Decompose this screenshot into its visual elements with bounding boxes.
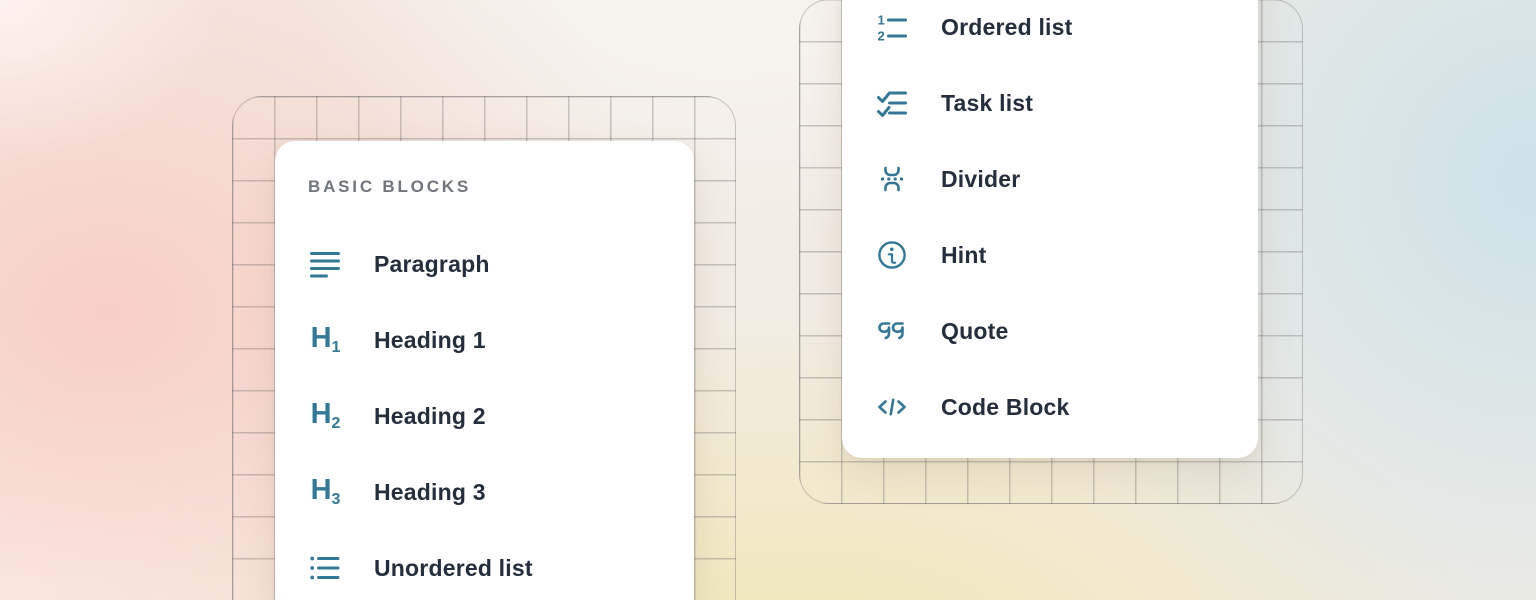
paragraph-icon [308, 247, 342, 281]
menu-item-label: Unordered list [374, 555, 533, 582]
hint-icon [875, 238, 909, 272]
heading-3-icon: H3 [308, 475, 342, 509]
menu-item-label: Paragraph [374, 251, 490, 278]
menu-item-list-right: 12 Ordered list Task list Divider Hint Q… [875, 0, 1258, 445]
menu-item-paragraph[interactable]: Paragraph [308, 226, 694, 302]
heading-1-icon: H1 [308, 323, 342, 357]
menu-item-label: Task list [941, 90, 1033, 117]
menu-item-ordered-list[interactable]: 12 Ordered list [875, 0, 1258, 65]
menu-item-label: Heading 3 [374, 479, 486, 506]
menu-item-divider[interactable]: Divider [875, 141, 1258, 217]
menu-item-heading-1[interactable]: H1 Heading 1 [308, 302, 694, 378]
menu-item-label: Code Block [941, 394, 1070, 421]
menu-item-hint[interactable]: Hint [875, 217, 1258, 293]
unordered-list-icon [308, 551, 342, 585]
ordered-list-icon: 12 [875, 10, 909, 44]
svg-text:1: 1 [878, 13, 885, 28]
menu-item-quote[interactable]: Quote [875, 293, 1258, 369]
menu-item-label: Hint [941, 242, 987, 269]
basic-blocks-menu: BASIC BLOCKS Paragraph H1 Heading 1 H2 H… [275, 141, 694, 600]
menu-item-unordered-list[interactable]: Unordered list [308, 530, 694, 600]
menu-item-task-list[interactable]: Task list [875, 65, 1258, 141]
menu-item-label: Heading 2 [374, 403, 486, 430]
menu-item-heading-2[interactable]: H2 Heading 2 [308, 378, 694, 454]
menu-item-label: Divider [941, 166, 1020, 193]
task-list-icon [875, 86, 909, 120]
menu-item-label: Quote [941, 318, 1008, 345]
menu-item-list-left: Paragraph H1 Heading 1 H2 Heading 2 H3 H… [308, 226, 694, 600]
divider-icon [875, 162, 909, 196]
menu-item-heading-3[interactable]: H3 Heading 3 [308, 454, 694, 530]
menu-item-label: Heading 1 [374, 327, 486, 354]
section-label: BASIC BLOCKS [308, 175, 694, 199]
menu-item-label: Ordered list [941, 14, 1073, 41]
hero-background: BASIC BLOCKS Paragraph H1 Heading 1 H2 H… [0, 0, 1536, 600]
heading-2-icon: H2 [308, 399, 342, 433]
quote-icon [875, 314, 909, 348]
insert-blocks-menu: 12 Ordered list Task list Divider Hint Q… [842, 0, 1258, 458]
svg-text:2: 2 [878, 29, 885, 44]
code-block-icon [875, 390, 909, 424]
menu-item-code-block[interactable]: Code Block [875, 369, 1258, 445]
